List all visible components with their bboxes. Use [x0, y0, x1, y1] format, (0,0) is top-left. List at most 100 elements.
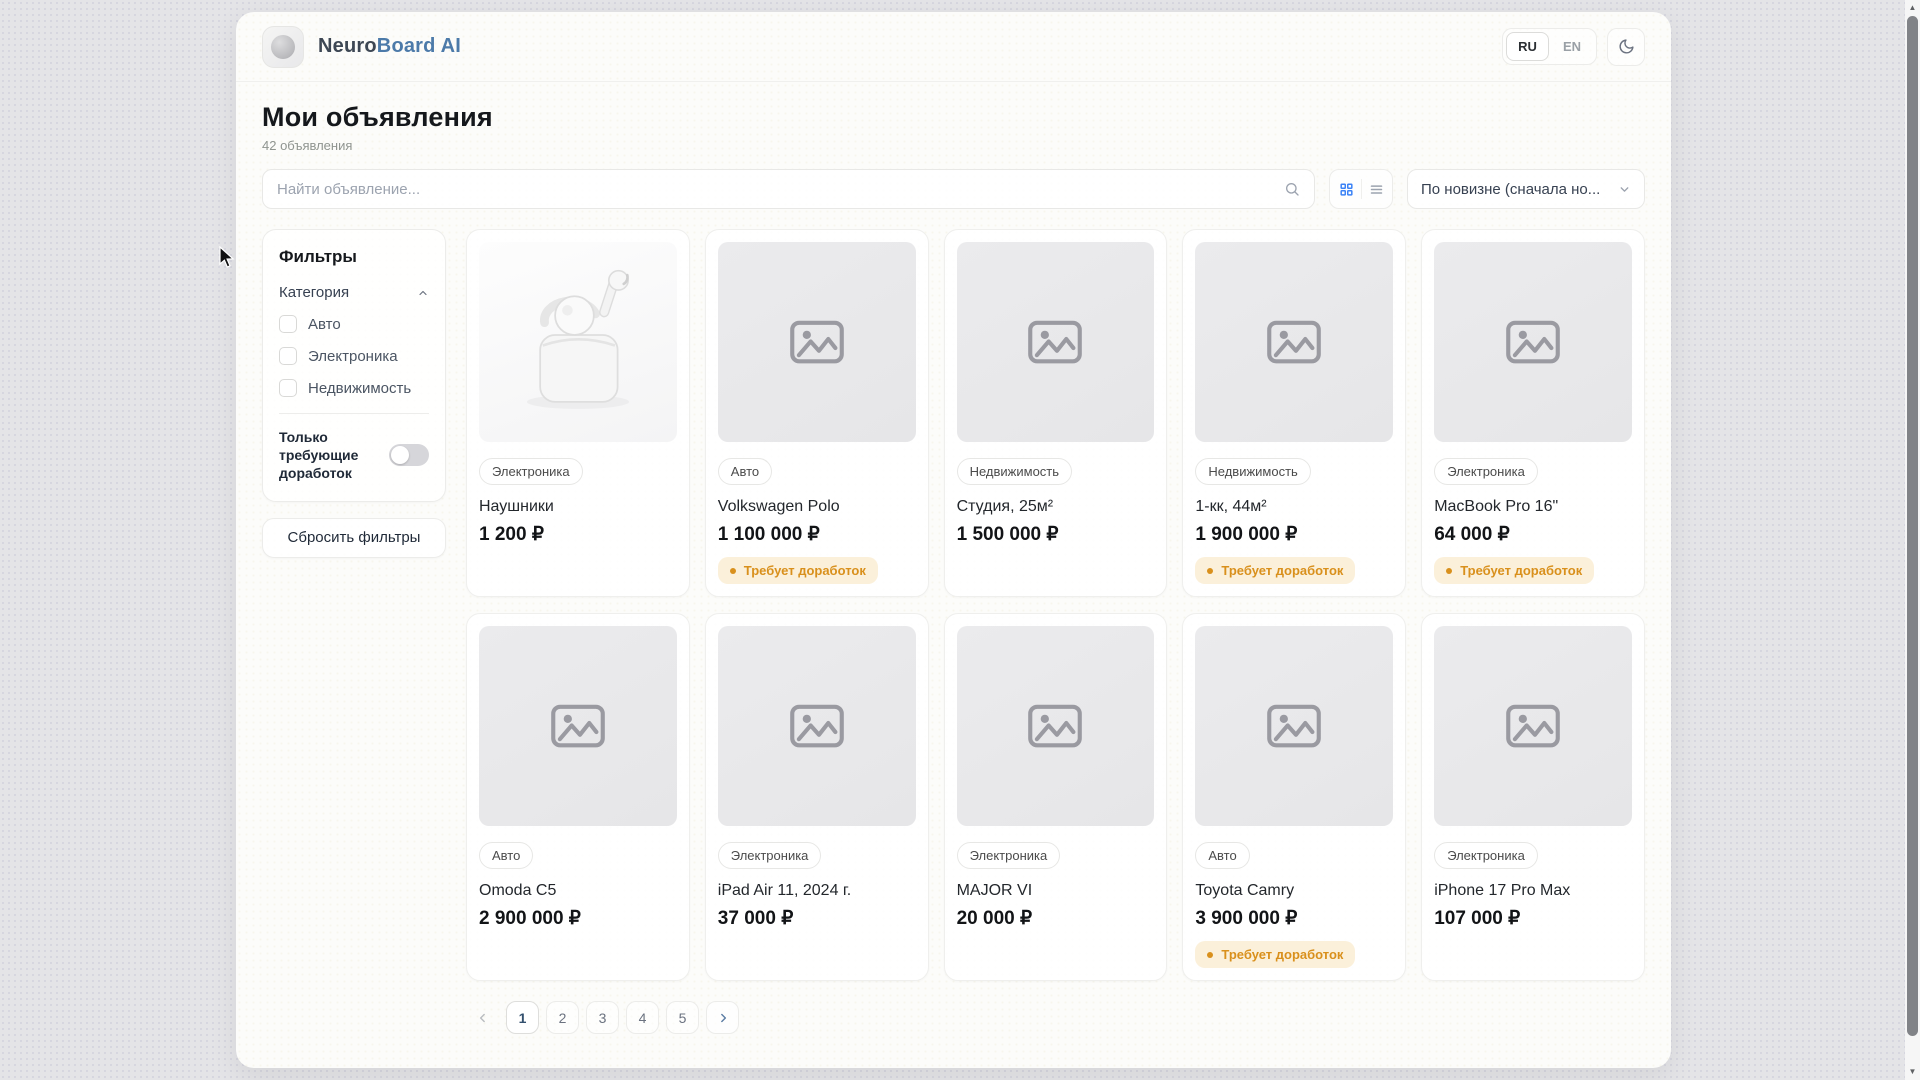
listing-price: 1 100 000 ₽ [718, 523, 916, 546]
image-placeholder-icon [1022, 693, 1088, 759]
earbuds-photo [490, 254, 666, 430]
search-icon [1284, 181, 1300, 197]
chevron-left-icon [476, 1011, 490, 1025]
listing-price: 3 900 000 ₽ [1195, 907, 1393, 930]
category-filter-option[interactable]: Электроника [279, 347, 429, 365]
pagination-page-button[interactable]: 4 [626, 1001, 659, 1034]
theme-toggle-button[interactable] [1607, 28, 1645, 66]
category-badge: Электроника [1434, 458, 1538, 485]
category-badge: Электроника [957, 842, 1061, 869]
image-placeholder-icon [784, 309, 850, 375]
pagination-page-button[interactable]: 5 [666, 1001, 699, 1034]
checkbox-unchecked[interactable] [279, 379, 297, 397]
needs-work-badge: Требует доработок [718, 557, 878, 584]
category-badge: Авто [718, 458, 772, 485]
listing-price: 37 000 ₽ [718, 907, 916, 930]
reset-filters-button[interactable]: Сбросить фильтры [262, 518, 446, 558]
listing-price: 20 000 ₽ [957, 907, 1155, 930]
listing-card[interactable]: Электроника iPad Air 11, 2024 г. 37 000 … [705, 613, 929, 981]
content-area: Фильтры Категория Авто Электроника Недви… [262, 229, 1645, 1034]
listing-card[interactable]: Электроника MacBook Pro 16" 64 000 ₽ Тре… [1421, 229, 1645, 597]
search-box [262, 169, 1315, 209]
category-badge: Недвижимость [1195, 458, 1310, 485]
listing-card[interactable]: Авто Omoda C5 2 900 000 ₽ [466, 613, 690, 981]
search-input[interactable] [277, 181, 1284, 198]
pagination-page-button[interactable]: 1 [506, 1001, 539, 1034]
page-head: Мои объявления 42 объявления [262, 102, 1645, 153]
pagination: 12345 [466, 1001, 1645, 1034]
category-option-label: Электроника [308, 348, 398, 365]
image-placeholder-icon [1022, 309, 1088, 375]
filters-panel: Фильтры Категория Авто Электроника Недви… [262, 229, 446, 502]
checkbox-unchecked[interactable] [279, 347, 297, 365]
checkbox-unchecked[interactable] [279, 315, 297, 333]
category-options: Авто Электроника Недвижимость [279, 315, 429, 397]
sort-selected-value: По новизне (сначала но... [1421, 181, 1618, 198]
sort-dropdown[interactable]: По новизне (сначала но... [1407, 169, 1645, 209]
listing-price: 1 500 000 ₽ [957, 523, 1155, 546]
browser-scrollbar[interactable]: ▲ ▼ [1905, 0, 1920, 1080]
scroll-up-arrow-icon[interactable]: ▲ [1905, 0, 1920, 15]
image-placeholder-icon [1261, 309, 1327, 375]
listing-card[interactable]: Электроника Наушники 1 200 ₽ [466, 229, 690, 597]
category-badge: Электроника [479, 458, 583, 485]
listing-image-placeholder [957, 626, 1155, 826]
page-main: Мои объявления 42 объявления П [236, 102, 1671, 1034]
listing-card[interactable]: Авто Volkswagen Polo 1 100 000 ₽ Требует… [705, 229, 929, 597]
listing-card[interactable]: Авто Toyota Camry 3 900 000 ₽ Требует до… [1182, 613, 1406, 981]
listing-image-placeholder [1434, 242, 1632, 442]
lang-ru-button[interactable]: RU [1506, 32, 1549, 61]
pagination-page-button[interactable]: 2 [546, 1001, 579, 1034]
needs-work-badge: Требует доработок [1195, 557, 1355, 584]
category-filter-option[interactable]: Авто [279, 315, 429, 333]
lang-en-button[interactable]: EN [1551, 32, 1593, 61]
list-view-icon[interactable] [1369, 182, 1384, 197]
moon-icon [1618, 38, 1635, 55]
scrollbar-thumb[interactable] [1907, 16, 1918, 1036]
status-dot-icon [730, 568, 736, 574]
pagination-next-button[interactable] [706, 1001, 739, 1034]
logo-orb-icon [271, 35, 295, 59]
app-header: NeuroBoard AI RU EN [236, 12, 1671, 82]
scroll-down-arrow-icon[interactable]: ▼ [1905, 1064, 1920, 1079]
image-placeholder-icon [784, 693, 850, 759]
listing-card[interactable]: Электроника iPhone 17 Pro Max 107 000 ₽ [1421, 613, 1645, 981]
app-window: NeuroBoard AI RU EN Мои объявления 42 об… [236, 12, 1671, 1068]
category-group-label: Категория [279, 284, 349, 301]
chevron-right-icon [716, 1011, 730, 1025]
language-switch: RU EN [1502, 28, 1597, 65]
category-group-header[interactable]: Категория [279, 284, 429, 301]
needs-work-toggle[interactable] [389, 444, 429, 466]
chevron-up-icon [417, 287, 429, 299]
needs-work-badge-label: Требует доработок [1221, 563, 1343, 578]
listing-title: 1-кк, 44м² [1195, 498, 1393, 516]
pagination-prev-button[interactable] [466, 1001, 499, 1034]
listing-image-placeholder [957, 242, 1155, 442]
needs-work-filter-row: Только требующие доработок [279, 428, 429, 483]
brand-title: NeuroBoard AI [318, 35, 461, 58]
filters-sidebar: Фильтры Категория Авто Электроника Недви… [262, 229, 446, 558]
page-title: Мои объявления [262, 102, 1645, 133]
needs-work-badge-label: Требует доработок [744, 563, 866, 578]
listing-price: 2 900 000 ₽ [479, 907, 677, 930]
category-filter-option[interactable]: Недвижимость [279, 379, 429, 397]
listing-image-placeholder [1434, 626, 1632, 826]
listing-price: 1 900 000 ₽ [1195, 523, 1393, 546]
listing-price: 64 000 ₽ [1434, 523, 1632, 546]
listing-card[interactable]: Недвижимость Студия, 25м² 1 500 000 ₽ [944, 229, 1168, 597]
grid-view-icon[interactable] [1339, 182, 1354, 197]
listing-title: Omoda C5 [479, 882, 677, 900]
listing-title: MacBook Pro 16" [1434, 498, 1632, 516]
listing-title: Наушники [479, 498, 677, 516]
mouse-cursor-icon [219, 246, 237, 275]
listing-title: iPad Air 11, 2024 г. [718, 882, 916, 900]
listing-card[interactable]: Недвижимость 1-кк, 44м² 1 900 000 ₽ Треб… [1182, 229, 1406, 597]
listings-area: Электроника Наушники 1 200 ₽ Авто Volksw… [466, 229, 1645, 1034]
listing-card[interactable]: Электроника MAJOR VI 20 000 ₽ [944, 613, 1168, 981]
pagination-page-button[interactable]: 3 [586, 1001, 619, 1034]
status-dot-icon [1207, 952, 1213, 958]
needs-work-badge-label: Требует доработок [1221, 947, 1343, 962]
status-dot-icon [1207, 568, 1213, 574]
listing-image-placeholder [718, 242, 916, 442]
toolbar: По новизне (сначала но... [262, 169, 1645, 209]
